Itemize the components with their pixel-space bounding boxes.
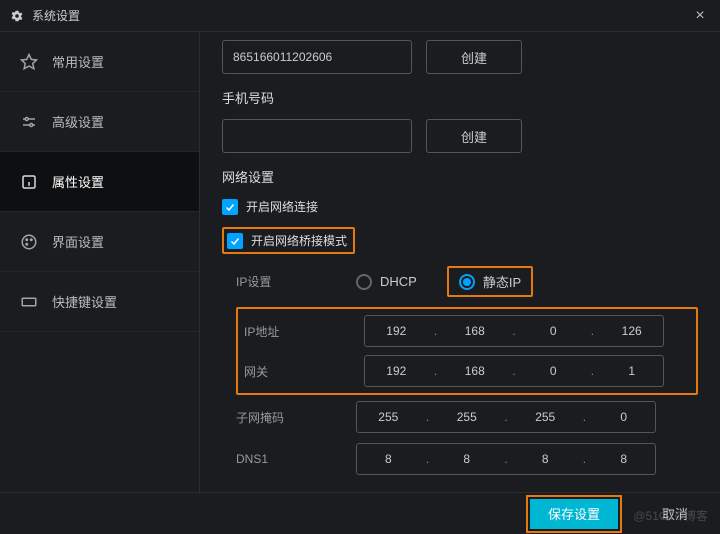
sidebar-item-ui[interactable]: 界面设置 bbox=[0, 212, 199, 272]
sidebar-item-label: 快捷键设置 bbox=[52, 292, 117, 311]
sidebar: 常用设置 高级设置 属性设置 界面设置 快捷键设置 bbox=[0, 32, 200, 492]
sidebar-item-label: 属性设置 bbox=[52, 172, 104, 191]
highlight-ip-gateway: IP地址 192. 168. 0. 126 网关 192. 168. 0. 1 bbox=[236, 307, 698, 395]
radio-label: DHCP bbox=[380, 274, 417, 289]
sidebar-item-label: 高级设置 bbox=[52, 112, 104, 131]
ip-address-label: IP地址 bbox=[244, 323, 364, 340]
star-icon bbox=[20, 53, 38, 71]
network-section-title: 网络设置 bbox=[222, 167, 698, 186]
subnet-label: 子网掩码 bbox=[236, 409, 356, 426]
sliders-icon bbox=[20, 113, 38, 131]
checkbox-label: 开启网络连接 bbox=[246, 198, 318, 215]
sidebar-item-common[interactable]: 常用设置 bbox=[0, 32, 199, 92]
content: 创建 手机号码 创建 网络设置 开启网络连接 开启网络桥接模式 IP设置 bbox=[200, 32, 720, 492]
ip-setting-label: IP设置 bbox=[236, 273, 356, 290]
check-icon bbox=[222, 199, 238, 215]
window-title: 系统设置 bbox=[32, 7, 80, 24]
radio-label: 静态IP bbox=[483, 272, 521, 291]
gear-icon bbox=[10, 9, 24, 23]
close-icon[interactable]: × bbox=[690, 7, 710, 25]
sidebar-item-property[interactable]: 属性设置 bbox=[0, 152, 199, 212]
palette-icon bbox=[20, 233, 38, 251]
radio-icon bbox=[459, 274, 475, 290]
titlebar: 系统设置 × bbox=[0, 0, 720, 32]
checkbox-label: 开启网络桥接模式 bbox=[251, 232, 347, 249]
dns1-label: DNS1 bbox=[236, 452, 356, 466]
radio-dhcp[interactable]: DHCP bbox=[356, 274, 417, 290]
sidebar-item-label: 常用设置 bbox=[52, 52, 104, 71]
save-button[interactable]: 保存设置 bbox=[530, 499, 618, 529]
highlight-save-button: 保存设置 bbox=[526, 495, 622, 533]
highlight-static-radio: 静态IP bbox=[447, 266, 533, 297]
cancel-button[interactable]: 取消 bbox=[662, 504, 688, 523]
checkbox-net-enable[interactable]: 开启网络连接 bbox=[222, 198, 698, 215]
gateway-label: 网关 bbox=[244, 363, 364, 380]
radio-static[interactable]: 静态IP bbox=[459, 272, 521, 291]
sidebar-item-label: 界面设置 bbox=[52, 232, 104, 251]
gateway-input[interactable]: 192. 168. 0. 1 bbox=[364, 355, 664, 387]
highlight-bridge-checkbox: 开启网络桥接模式 bbox=[222, 227, 355, 254]
phone-label: 手机号码 bbox=[222, 88, 698, 107]
imei-input[interactable] bbox=[222, 40, 412, 74]
sidebar-item-advanced[interactable]: 高级设置 bbox=[0, 92, 199, 152]
ip-address-input[interactable]: 192. 168. 0. 126 bbox=[364, 315, 664, 347]
dns1-input[interactable]: 8. 8. 8. 8 bbox=[356, 443, 656, 475]
create-button-2[interactable]: 创建 bbox=[426, 119, 522, 153]
radio-icon bbox=[356, 274, 372, 290]
phone-input[interactable] bbox=[222, 119, 412, 153]
subnet-input[interactable]: 255. 255. 255. 0 bbox=[356, 401, 656, 433]
main: 常用设置 高级设置 属性设置 界面设置 快捷键设置 创建 手机号码 创建 网络设… bbox=[0, 32, 720, 492]
check-icon[interactable] bbox=[227, 233, 243, 249]
create-button-1[interactable]: 创建 bbox=[426, 40, 522, 74]
keyboard-icon bbox=[20, 293, 38, 311]
info-icon bbox=[20, 173, 38, 191]
footer: 保存设置 取消 bbox=[0, 492, 720, 534]
sidebar-item-shortcut[interactable]: 快捷键设置 bbox=[0, 272, 199, 332]
